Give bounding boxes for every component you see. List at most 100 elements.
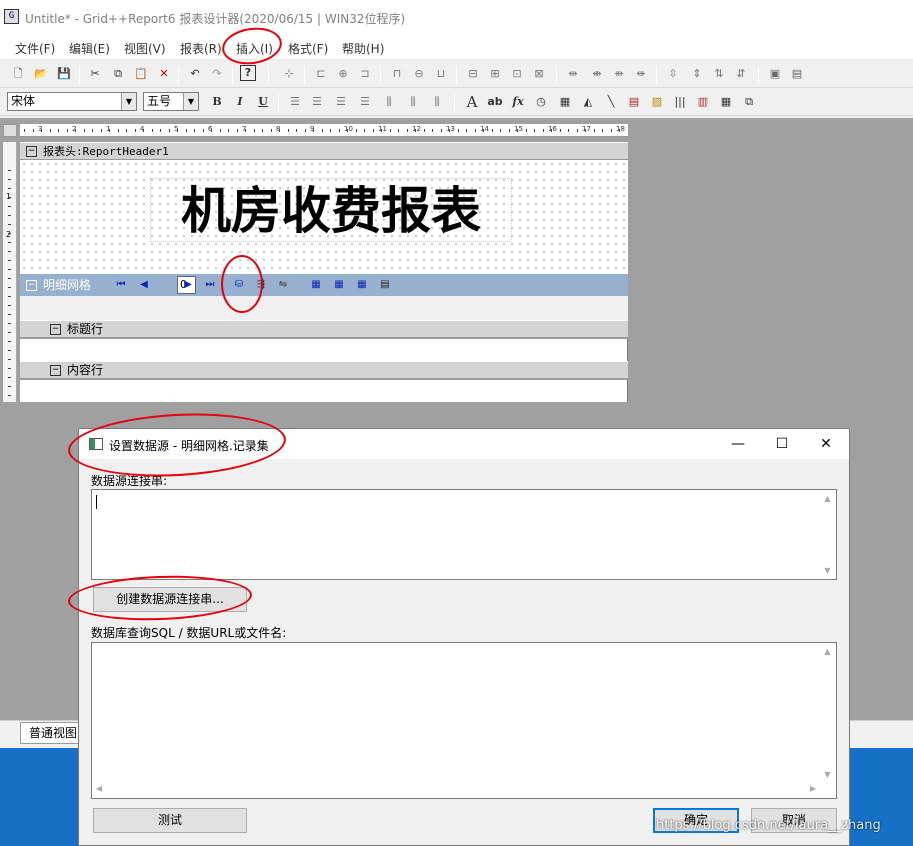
same-size-icon[interactable]: ⊡ <box>508 65 526 83</box>
menu-view[interactable]: 视图(V) <box>124 40 166 57</box>
v-remove-icon[interactable]: ⇵ <box>732 65 750 83</box>
scroll-up-icon[interactable]: ▲ <box>819 494 836 503</box>
scroll-left-icon[interactable]: ◀ <box>96 784 102 793</box>
collapse-icon[interactable]: − <box>26 146 37 157</box>
scrollbar[interactable]: ▲ ▼ <box>819 643 836 783</box>
collapse-icon[interactable]: − <box>50 365 61 376</box>
h-inc-icon[interactable]: ⇼ <box>588 65 606 83</box>
last-record-icon[interactable]: ⏭ <box>202 277 218 293</box>
align-bottom-icon[interactable]: ⊔ <box>432 65 450 83</box>
column-title-row-body[interactable] <box>20 339 628 361</box>
system-var-icon[interactable]: ◷ <box>532 93 550 111</box>
copy-icon[interactable]: ⧉ <box>109 65 127 83</box>
next-record-icon[interactable]: ▶ <box>180 277 196 293</box>
report-title-box[interactable]: 机房收费报表 <box>150 178 512 242</box>
formula-icon[interactable]: fx <box>509 93 527 111</box>
scroll-down-icon[interactable]: ▼ <box>819 566 836 575</box>
v-inc-icon[interactable]: ⇕ <box>688 65 706 83</box>
free-grid-icon[interactable]: ▦ <box>717 93 735 111</box>
menu-format[interactable]: 格式(F) <box>288 40 328 57</box>
align-center-icon[interactable]: ⊕ <box>334 65 352 83</box>
test-button[interactable]: 测试 <box>93 808 247 833</box>
column-icon[interactable]: ▦ <box>331 277 347 293</box>
barcode-icon[interactable]: ||| <box>671 93 689 111</box>
menu-insert[interactable]: 插入(I) <box>236 40 273 57</box>
new-file-icon[interactable]: 🗋 <box>9 65 27 83</box>
group-icon[interactable]: ▦ <box>354 277 370 293</box>
scroll-down-icon[interactable]: ▼ <box>819 770 836 779</box>
h-dec-icon[interactable]: ⇻ <box>610 65 628 83</box>
v-dec-icon[interactable]: ⇅ <box>710 65 728 83</box>
align-middle-icon[interactable]: ⊖ <box>410 65 428 83</box>
field-icon[interactable]: ⇋ <box>275 277 291 293</box>
help-icon[interactable]: ? <box>240 65 256 81</box>
close-icon[interactable]: ✕ <box>811 433 841 455</box>
collapse-icon[interactable]: − <box>26 280 37 291</box>
size-grid-icon[interactable]: ⊠ <box>530 65 548 83</box>
h-remove-icon[interactable]: ⇺ <box>632 65 650 83</box>
redo-icon[interactable]: ↷ <box>208 65 226 83</box>
menu-report[interactable]: 报表(R) <box>180 40 222 57</box>
column-title-band[interactable]: − 标题行 <box>20 320 628 338</box>
center-icon[interactable]: ⊹ <box>280 65 298 83</box>
paste-icon[interactable]: 📋 <box>132 65 150 83</box>
text-align-center-icon[interactable]: ☰ <box>308 93 326 111</box>
line-icon[interactable]: ╲ <box>602 93 620 111</box>
chart-icon[interactable]: ▥ <box>694 93 712 111</box>
save-icon[interactable]: 💾 <box>55 65 73 83</box>
scrollbar[interactable]: ▲ ▼ <box>819 490 836 579</box>
grid-settings-icon[interactable]: ▤ <box>377 277 393 293</box>
rich-text-icon[interactable]: ▤ <box>625 93 643 111</box>
create-connection-button[interactable]: 创建数据源连接串... <box>93 587 247 612</box>
report-header-band[interactable]: − 报表头:ReportHeader1 <box>20 142 628 160</box>
content-row-body[interactable] <box>20 380 628 402</box>
recordset-icon[interactable]: ⇶ <box>253 277 269 293</box>
connection-string-field[interactable]: ▲ ▼ <box>91 489 837 580</box>
menu-edit[interactable]: 编辑(E) <box>69 40 110 57</box>
memo-box-icon[interactable]: ▦ <box>556 93 574 111</box>
align-left-icon[interactable]: ⊏ <box>312 65 330 83</box>
scroll-right-icon[interactable]: ▶ <box>810 784 816 793</box>
menu-help[interactable]: 帮助(H) <box>342 40 384 57</box>
align-right-icon[interactable]: ⊐ <box>356 65 374 83</box>
v-spacing-icon[interactable]: ⇳ <box>664 65 682 83</box>
text-align-left-icon[interactable]: ☰ <box>286 93 304 111</box>
undo-icon[interactable]: ↶ <box>186 65 204 83</box>
v-align-middle-icon[interactable]: ⫼ <box>404 93 422 111</box>
collapse-icon[interactable]: − <box>50 324 61 335</box>
font-size-select[interactable]: 五号 ▼ <box>143 92 199 111</box>
static-text-icon[interactable]: A <box>463 93 481 111</box>
font-name-select[interactable]: 宋体 ▼ <box>7 92 137 111</box>
grid-layout-icon[interactable]: ▦ <box>308 277 324 293</box>
query-sql-field[interactable]: ▲ ▼ ◀ ▶ <box>91 642 837 799</box>
bold-button[interactable]: B <box>208 93 226 111</box>
h-spacing-icon[interactable]: ⇹ <box>564 65 582 83</box>
bring-front-icon[interactable]: ▣ <box>766 65 784 83</box>
data-source-icon[interactable]: ⛁ <box>231 277 247 293</box>
sub-report-icon[interactable]: ⧉ <box>740 93 758 111</box>
open-folder-icon[interactable]: 📂 <box>32 65 50 83</box>
scroll-up-icon[interactable]: ▲ <box>819 647 836 656</box>
same-height-icon[interactable]: ⊞ <box>486 65 504 83</box>
italic-button[interactable]: I <box>231 93 249 111</box>
text-align-right-icon[interactable]: ☰ <box>332 93 350 111</box>
v-align-top-icon[interactable]: ⫼ <box>380 93 398 111</box>
v-align-bottom-icon[interactable]: ⫼ <box>428 93 446 111</box>
content-row-band[interactable]: − 内容行 <box>20 361 628 379</box>
menu-file[interactable]: 文件(F) <box>15 40 55 57</box>
prev-record-icon[interactable]: ◀ <box>136 277 152 293</box>
send-back-icon[interactable]: ▤ <box>788 65 806 83</box>
first-record-icon[interactable]: ⏮ <box>113 277 129 293</box>
text-justify-icon[interactable]: ☰ <box>356 93 374 111</box>
delete-icon[interactable]: ✕ <box>155 65 173 83</box>
detail-grid-band[interactable]: − 明细网格 ⏮ ◀ 0 ▶ ⏭ ⛁ ⇶ ⇋ ▦ ▦ ▦ ▤ <box>20 274 628 296</box>
shape-icon[interactable]: ◭ <box>579 93 597 111</box>
minimize-icon[interactable]: — <box>723 433 753 455</box>
picture-box-icon[interactable]: ▨ <box>648 93 666 111</box>
field-box-icon[interactable]: ab <box>486 93 504 111</box>
align-top-icon[interactable]: ⊓ <box>388 65 406 83</box>
cut-icon[interactable]: ✂ <box>86 65 104 83</box>
tab-normal-view[interactable]: 普通视图 <box>20 722 82 744</box>
underline-button[interactable]: U <box>254 93 272 111</box>
maximize-icon[interactable]: ☐ <box>767 433 797 455</box>
